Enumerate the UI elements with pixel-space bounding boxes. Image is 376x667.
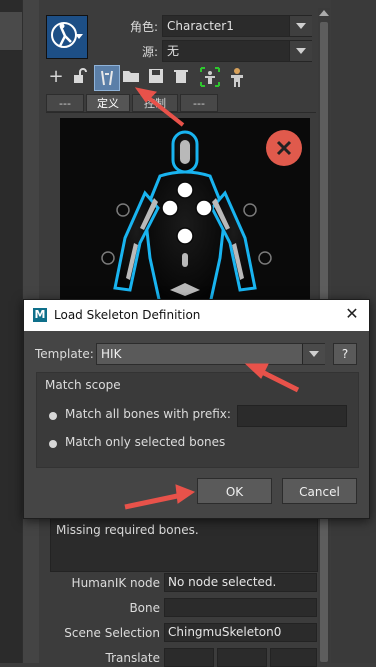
message-text: Missing required bones. — [56, 523, 199, 537]
t-pose-icon[interactable] — [199, 66, 221, 88]
dialog-titlebar[interactable]: M Load Skeleton Definition ✕ — [24, 300, 369, 331]
save-icon[interactable] — [147, 68, 165, 86]
template-dropdown[interactable]: HIK — [96, 343, 325, 365]
chevron-down-icon — [75, 34, 83, 39]
unlock-icon[interactable] — [71, 68, 89, 86]
source-dropdown[interactable]: 无 — [162, 40, 312, 62]
translate-y-field[interactable] — [217, 648, 267, 667]
character-figure-view[interactable] — [60, 118, 310, 304]
group-title: Match scope — [45, 378, 121, 392]
source-dropdown-button[interactable] — [289, 41, 312, 61]
tab-1[interactable]: --- — [46, 94, 84, 112]
skeleton-definition-button[interactable] — [94, 65, 120, 91]
match-scope-group: Match scope Match all bones with prefix:… — [36, 372, 359, 468]
scene-selection-label: Scene Selection — [64, 626, 160, 640]
tab-divider — [46, 112, 316, 113]
source-value: 无 — [167, 44, 180, 58]
ok-button[interactable]: OK — [197, 478, 272, 504]
humanik-node-label: HumanIK node — [71, 576, 160, 590]
source-label: 源: — [141, 45, 158, 59]
message-box: Missing required bones. — [50, 516, 318, 572]
bone-field[interactable] — [164, 598, 317, 617]
help-button[interactable]: ? — [333, 343, 357, 365]
humanik-node-field[interactable]: No node selected. — [164, 573, 317, 592]
close-badge-icon[interactable] — [266, 130, 302, 166]
scroll-up-icon[interactable] — [319, 10, 329, 16]
load-skeleton-dialog: M Load Skeleton Definition ✕ Template: H… — [23, 299, 370, 519]
character-value: Character1 — [167, 19, 234, 33]
option-prefix-label[interactable]: Match all bones with prefix: — [65, 407, 231, 421]
character-label: 角色: — [129, 20, 158, 34]
open-folder-icon[interactable] — [122, 68, 140, 86]
tab-control[interactable]: 控制 — [132, 94, 178, 112]
chevron-down-icon — [296, 23, 306, 29]
translate-z-field[interactable] — [270, 648, 317, 667]
tab-define[interactable]: 定义 — [86, 94, 130, 112]
template-label: Template: — [35, 347, 94, 361]
character-icon[interactable] — [228, 66, 246, 88]
character-dropdown-button[interactable] — [289, 16, 312, 36]
cancel-button[interactable]: Cancel — [282, 478, 357, 504]
add-icon[interactable]: + — [47, 68, 65, 86]
maya-logo-icon: M — [33, 308, 47, 322]
template-value: HIK — [101, 347, 122, 361]
character-dropdown[interactable]: Character1 — [162, 15, 312, 37]
chevron-down-icon — [309, 351, 319, 357]
chevron-down-icon — [296, 48, 306, 54]
radio-prefix[interactable] — [49, 412, 57, 420]
close-icon[interactable]: ✕ — [342, 304, 362, 324]
bone-label: Bone — [129, 601, 160, 615]
tab-4[interactable]: --- — [180, 94, 218, 112]
left-panel-background — [0, 0, 22, 663]
skeleton-icon — [101, 70, 113, 86]
option-selected-label[interactable]: Match only selected bones — [65, 435, 225, 449]
left-panel-header — [0, 12, 22, 51]
scene-selection-field[interactable]: ChingmuSkeleton0 — [164, 623, 317, 642]
humanik-logo-button[interactable] — [46, 15, 88, 59]
radio-selected-bones[interactable] — [49, 440, 57, 448]
prefix-input[interactable] — [237, 405, 347, 427]
delete-icon[interactable] — [172, 68, 190, 86]
template-dropdown-button[interactable] — [302, 344, 325, 364]
dialog-title: Load Skeleton Definition — [54, 308, 201, 322]
translate-x-field[interactable] — [164, 648, 214, 667]
